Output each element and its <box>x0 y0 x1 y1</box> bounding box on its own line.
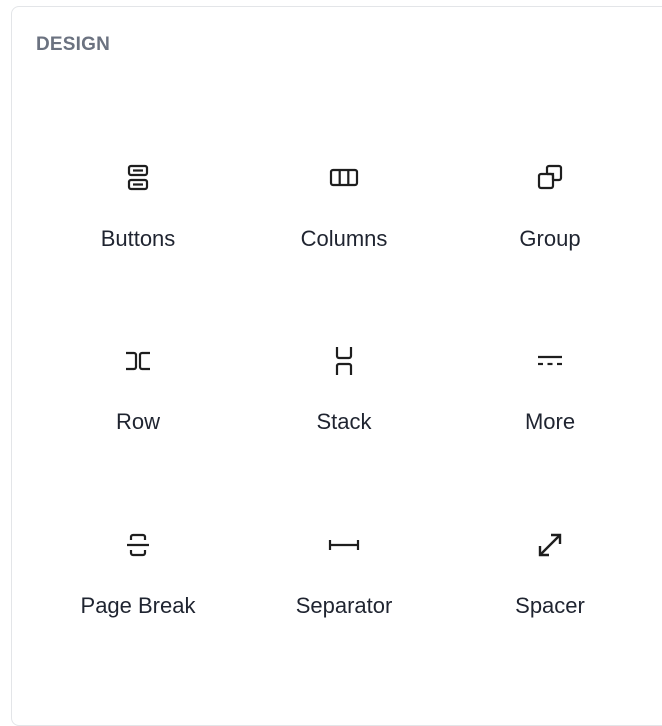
block-row[interactable]: Row <box>43 311 233 461</box>
buttons-icon <box>120 160 156 196</box>
row-icon <box>120 343 156 379</box>
page-break-icon <box>120 527 156 563</box>
block-label: Group <box>519 226 581 251</box>
block-more[interactable]: More <box>455 311 645 461</box>
block-label: Spacer <box>515 593 585 618</box>
stack-icon <box>326 343 362 379</box>
block-buttons[interactable]: Buttons <box>43 128 233 278</box>
block-label: Page Break <box>80 593 196 618</box>
block-group[interactable]: Group <box>455 128 645 278</box>
block-stack[interactable]: Stack <box>249 311 439 461</box>
block-separator[interactable]: Separator <box>249 495 439 645</box>
spacer-icon <box>532 527 568 563</box>
block-columns[interactable]: Columns <box>249 128 439 278</box>
block-label: Buttons <box>100 226 176 251</box>
section-title: DESIGN <box>36 34 111 55</box>
block-label: Stack <box>316 409 372 434</box>
columns-icon <box>326 160 362 196</box>
separator-icon <box>326 527 362 563</box>
block-label: More <box>524 409 576 434</box>
block-label: Columns <box>300 226 388 251</box>
block-label: Separator <box>295 593 393 618</box>
more-icon <box>532 343 568 379</box>
group-icon <box>532 160 568 196</box>
block-page-break[interactable]: Page Break <box>43 495 233 645</box>
block-label: Row <box>115 409 160 434</box>
block-spacer[interactable]: Spacer <box>455 495 645 645</box>
